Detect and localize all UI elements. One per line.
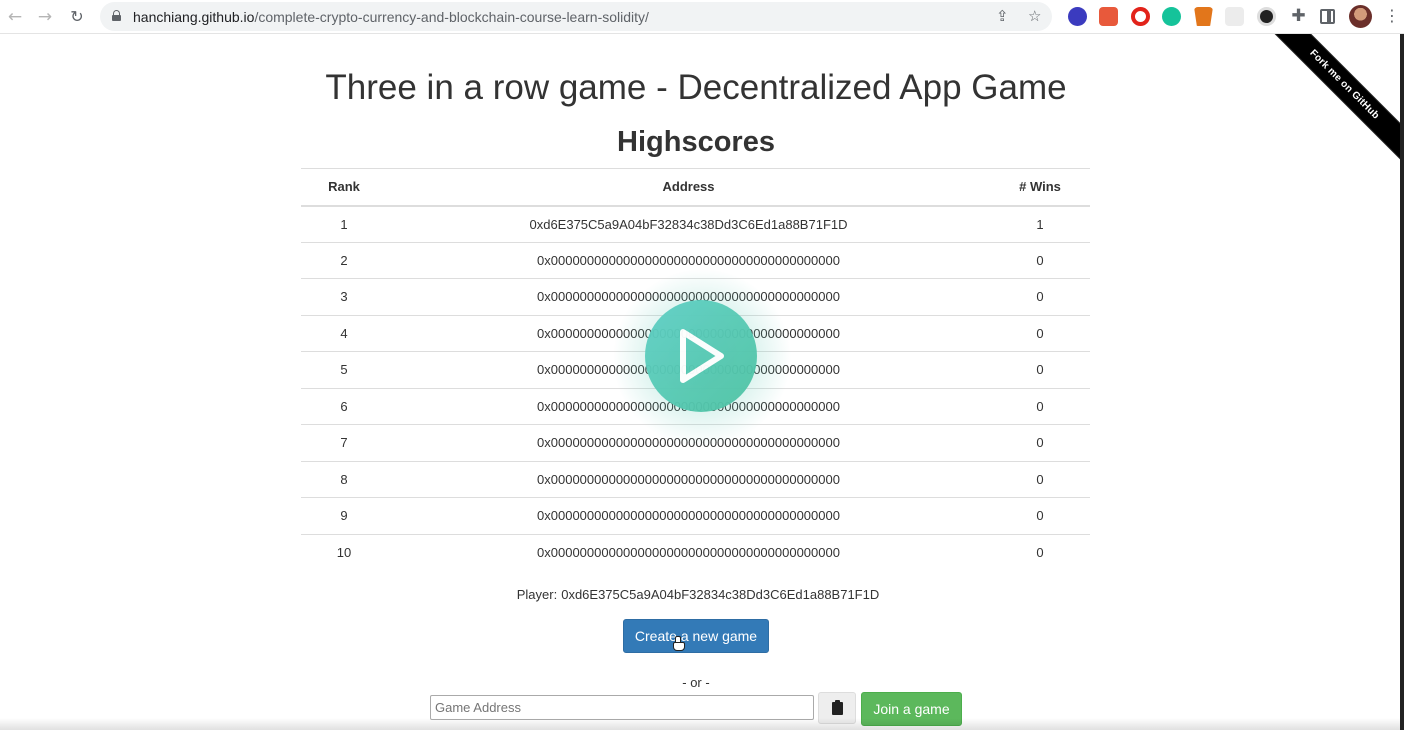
- player-label: Player:: [516, 587, 558, 602]
- grammarly-extension-icon[interactable]: [1162, 7, 1181, 26]
- reload-icon[interactable]: ↻: [66, 6, 88, 28]
- hand-cursor-icon: [673, 636, 685, 651]
- table-row: 10 0x000000000000000000000000000000000000…: [301, 533, 1090, 571]
- table-row: 9 0x0000000000000000000000000000000000000…: [301, 497, 1090, 534]
- or-separator: - or -: [682, 675, 710, 690]
- wins-cell: 0: [990, 533, 1090, 571]
- lock-icon[interactable]: [112, 10, 121, 21]
- rank-cell: 6: [301, 387, 387, 425]
- wins-cell: 0: [990, 241, 1090, 279]
- wins-cell: 0: [990, 278, 1090, 315]
- rank-cell: 9: [301, 497, 387, 534]
- address-cell: 0x00000000000000000000000000000000000000…: [387, 460, 990, 498]
- wins-cell: 0: [990, 460, 1090, 498]
- address-cell: 0xd6E375C5a9A04bF32834c38Dd3C6Ed1a88B71F…: [387, 205, 990, 242]
- extensions-puzzle-icon[interactable]: ✚: [1289, 7, 1308, 26]
- metamask-fox-icon[interactable]: [1194, 7, 1213, 26]
- rank-cell: 3: [301, 278, 387, 315]
- wins-cell: 1: [990, 205, 1090, 242]
- back-arrow-icon[interactable]: ←: [4, 6, 26, 28]
- scrollbar-edge: [1400, 34, 1404, 730]
- game-address-input[interactable]: [430, 695, 814, 720]
- table-header-row: Rank Address # Wins: [301, 168, 1090, 207]
- rank-cell: 1: [301, 205, 387, 242]
- address-cell: 0x00000000000000000000000000000000000000…: [387, 533, 990, 571]
- highscores-heading: Highscores: [617, 126, 775, 158]
- wins-cell: 0: [990, 497, 1090, 534]
- wins-cell: 0: [990, 387, 1090, 425]
- rank-cell: 2: [301, 241, 387, 279]
- share-icon[interactable]: ⇪: [996, 7, 1009, 25]
- address-bar[interactable]: hanchiang.github.io/complete-crypto-curr…: [100, 2, 1052, 31]
- rank-cell: 10: [301, 533, 387, 571]
- extension-7-icon[interactable]: [1257, 7, 1276, 26]
- address-cell: 0x00000000000000000000000000000000000000…: [387, 497, 990, 534]
- address-column-header: Address: [387, 168, 990, 207]
- video-play-button[interactable]: [645, 300, 757, 412]
- url-host: hanchiang.github.io: [133, 9, 255, 25]
- table-row: 1 0xd6E375C5a9A04bF32834c38Dd3C6Ed1a88B71…: [301, 205, 1090, 242]
- page-title: Three in a row game - Decentralized App …: [325, 68, 1067, 107]
- forward-arrow-icon[interactable]: →: [34, 6, 56, 28]
- url-path: /complete-crypto-currency-and-blockchain…: [254, 9, 649, 25]
- extension-2-icon[interactable]: [1099, 7, 1118, 26]
- wins-cell: 0: [990, 424, 1090, 461]
- bottom-shadow: [0, 718, 1404, 730]
- create-game-button[interactable]: Create a new game: [623, 619, 769, 653]
- rank-column-header: Rank: [301, 168, 387, 207]
- wins-cell: 0: [990, 314, 1090, 352]
- browser-menu-icon[interactable]: ⋮: [1384, 6, 1400, 25]
- wins-cell: 0: [990, 351, 1090, 388]
- play-triangle-icon: [680, 329, 724, 383]
- table-row: 8 0x0000000000000000000000000000000000000…: [301, 460, 1090, 498]
- rank-cell: 5: [301, 351, 387, 388]
- rank-cell: 7: [301, 424, 387, 461]
- clipboard-icon: [832, 700, 843, 715]
- browser-toolbar: ← → ↻ hanchiang.github.io/complete-crypt…: [0, 0, 1404, 34]
- extension-6-icon[interactable]: [1225, 7, 1244, 26]
- bookmark-star-icon[interactable]: ☆: [1028, 7, 1041, 25]
- url-text[interactable]: hanchiang.github.io/complete-crypto-curr…: [133, 9, 649, 25]
- side-panel-icon[interactable]: [1320, 9, 1335, 24]
- rank-cell: 8: [301, 460, 387, 498]
- profile-avatar[interactable]: [1349, 5, 1372, 28]
- player-address: 0xd6E375C5a9A04bF32834c38Dd3C6Ed1a88B71F…: [561, 587, 880, 602]
- player-info: Player: 0xd6E375C5a9A04bF32834c38Dd3C6Ed1…: [0, 587, 1392, 602]
- rank-cell: 4: [301, 314, 387, 352]
- github-ribbon[interactable]: Fork me on GitHub: [1254, 34, 1404, 184]
- opera-extension-icon[interactable]: [1131, 7, 1150, 26]
- extension-1-icon[interactable]: [1068, 7, 1087, 26]
- wins-column-header: # Wins: [990, 168, 1090, 207]
